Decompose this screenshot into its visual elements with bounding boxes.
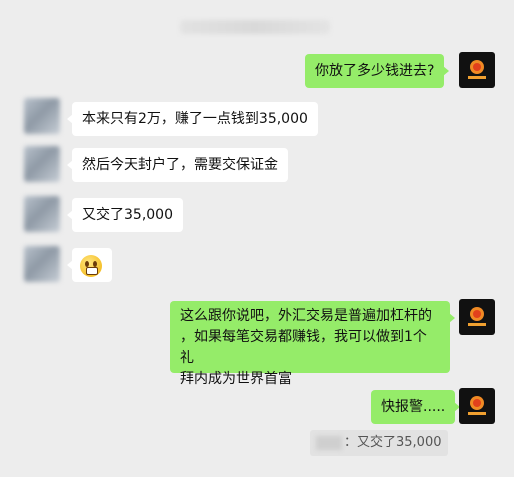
blurred-header — [180, 20, 330, 34]
contact-avatar[interactable] — [24, 246, 60, 282]
contact-avatar[interactable] — [24, 98, 60, 134]
quoted-text: ：又交了35,000 — [344, 435, 442, 450]
grimacing-face-icon — [80, 255, 102, 277]
message-line: ，如果每笔交易都赚钱，我可以做到1个礼 — [180, 329, 427, 366]
brand-logo-icon — [468, 60, 486, 79]
brand-logo-icon — [468, 396, 486, 415]
contact-avatar[interactable] — [24, 196, 60, 232]
message-text: 快报警..... — [381, 399, 446, 415]
my-avatar[interactable] — [459, 388, 495, 424]
my-avatar[interactable] — [459, 52, 495, 88]
message-text: 又交了35,000 — [82, 207, 173, 223]
brand-logo-icon — [468, 307, 486, 326]
sent-message-bubble[interactable]: 这么跟你说吧，外汇交易是普遍加杠杆的 ，如果每笔交易都赚钱，我可以做到1个礼 拜… — [170, 301, 455, 387]
received-message-bubble[interactable]: 本来只有2万，赚了一点钱到35,000 — [67, 102, 318, 136]
contact-avatar[interactable] — [24, 146, 60, 182]
received-message-bubble[interactable]: 然后今天封户了，需要交保证金 — [67, 148, 288, 182]
sent-message-bubble[interactable]: 快报警..... — [371, 390, 461, 424]
message-text: 本来只有2万，赚了一点钱到35,000 — [82, 111, 308, 127]
my-avatar[interactable] — [459, 299, 495, 335]
quoted-message[interactable]: ：又交了35,000 — [310, 430, 448, 456]
message-text: 然后今天封户了，需要交保证金 — [82, 157, 278, 173]
received-emoji-bubble[interactable] — [67, 248, 112, 282]
sent-message-bubble[interactable]: 你放了多少钱进去? — [305, 54, 450, 88]
blurred-sender-name — [316, 436, 342, 450]
received-message-bubble[interactable]: 又交了35,000 — [67, 198, 183, 232]
message-text: 你放了多少钱进去? — [315, 63, 435, 79]
message-line: 这么跟你说吧，外汇交易是普遍加杠杆的 — [180, 308, 432, 324]
message-line: 拜内成为世界首富 — [180, 371, 292, 387]
